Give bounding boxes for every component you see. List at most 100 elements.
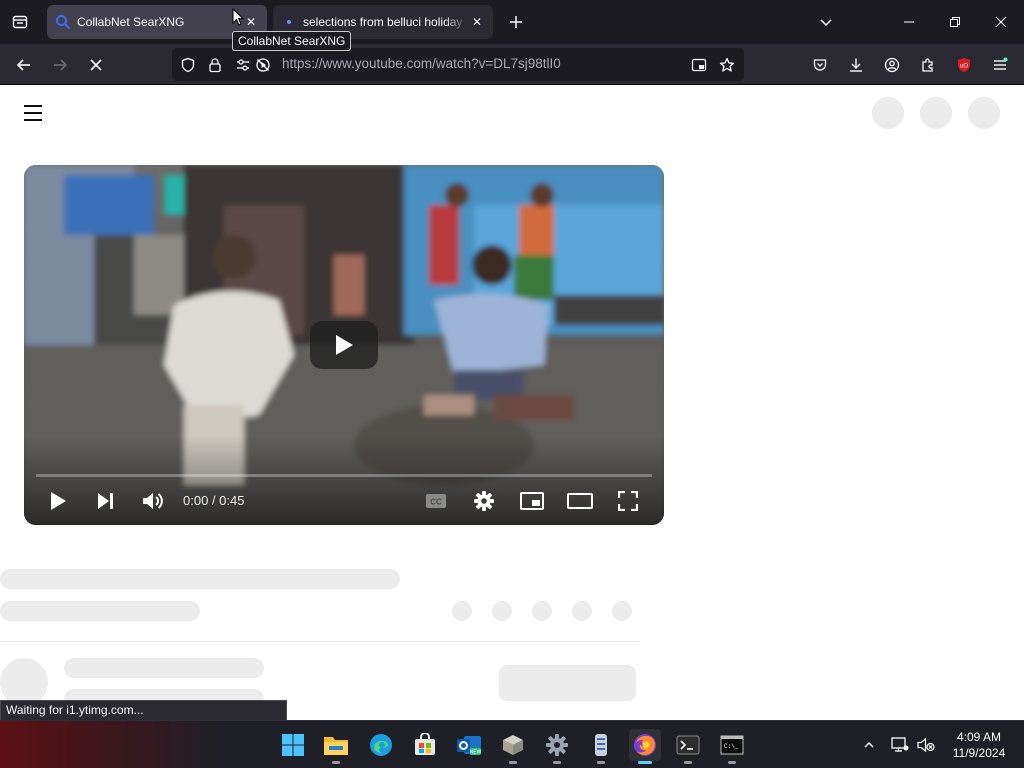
mute-button[interactable] [137, 485, 169, 517]
close-icon [995, 16, 1007, 28]
menu-line [24, 119, 42, 121]
close-tab-icon[interactable]: ✕ [469, 14, 485, 30]
taskbar-terminal[interactable] [672, 729, 704, 764]
forward-button[interactable] [45, 50, 75, 80]
subtitles-button[interactable]: CC [420, 485, 452, 517]
minimize-button[interactable] [886, 0, 932, 44]
tab-tooltip: CollabNet SearXNG [232, 31, 352, 51]
mouse-cursor-icon [232, 8, 244, 26]
volume-icon [143, 493, 163, 509]
stop-loading-button[interactable] [81, 50, 111, 80]
restore-button[interactable] [932, 0, 978, 44]
tab-title: CollabNet SearXNG [77, 15, 185, 29]
taskbar-settings[interactable] [541, 729, 573, 764]
volume-muted-button[interactable] [916, 735, 936, 755]
network-status-button[interactable] [890, 735, 910, 755]
progress-bar[interactable] [36, 474, 652, 477]
firefox-logo-icon [634, 734, 656, 756]
taskbar-server-app[interactable] [585, 729, 617, 764]
running-indicator [684, 761, 692, 764]
pocket-icon [813, 59, 827, 71]
extensions-button[interactable] [913, 50, 943, 80]
taskbar-microsoft-store[interactable] [409, 729, 441, 761]
running-indicator [728, 761, 736, 764]
divider [0, 641, 640, 642]
downloads-button[interactable] [841, 50, 871, 80]
taskbar-firefox[interactable] [629, 729, 661, 764]
system-clock[interactable]: 4:09 AM 11/9/2024 [938, 729, 1020, 761]
running-indicator [332, 761, 340, 764]
address-bar[interactable]: https://www.youtube.com/watch?v=DL7sj98t… [172, 48, 744, 81]
video-player[interactable]: 0:00 / 0:45 CC [24, 165, 664, 525]
back-button[interactable] [9, 50, 39, 80]
menu-line [24, 112, 42, 114]
ublock-origin-icon: uO [958, 58, 970, 72]
pocket-button[interactable] [805, 50, 835, 80]
firefox-view-button[interactable] [6, 8, 34, 36]
action-placeholder [532, 601, 552, 621]
next-button[interactable] [89, 485, 121, 517]
permissions-icon[interactable] [234, 56, 252, 74]
network-monitor-icon [891, 737, 909, 752]
header-placeholder-circle [920, 97, 952, 129]
ublock-origin-button[interactable]: uO [949, 50, 979, 80]
settings-button[interactable] [468, 485, 500, 517]
arrow-right-icon [54, 59, 68, 71]
terminal-icon [676, 735, 700, 755]
bookmark-star-icon[interactable] [718, 56, 736, 74]
running-indicator [597, 761, 605, 764]
list-all-tabs-button[interactable] [812, 8, 840, 36]
download-icon [850, 58, 862, 72]
taskbar-edge[interactable] [365, 729, 397, 761]
action-placeholder [572, 601, 592, 621]
screen: CollabNet SearXNG ✕ selections from bell… [0, 0, 1024, 768]
chevron-up-icon [864, 742, 874, 748]
settings-gear-icon [546, 734, 568, 756]
account-button[interactable] [877, 50, 907, 80]
taskbar-file-explorer[interactable] [320, 729, 352, 764]
outlook-icon: NEW [457, 736, 482, 756]
play-button[interactable] [42, 485, 74, 517]
close-window-button[interactable] [978, 0, 1024, 44]
header-placeholder-circle [872, 97, 904, 129]
new-tab-button[interactable] [502, 8, 530, 36]
taskbar: NEW C:\_ 4:09 AM 11/9/2024 [0, 720, 1024, 768]
puzzle-piece-icon [922, 58, 933, 72]
guide-menu-button[interactable] [24, 101, 48, 125]
running-indicator [638, 761, 652, 764]
start-button[interactable] [277, 729, 309, 761]
close-tab-icon[interactable]: ✕ [243, 14, 259, 30]
large-play-button[interactable] [310, 321, 378, 369]
svg-text:C:\_: C:\_ [724, 743, 739, 750]
plus-icon [510, 16, 522, 28]
tab-title: selections from belluci holiday [303, 15, 463, 29]
miniplayer-button[interactable] [516, 485, 548, 517]
shield-icon[interactable] [179, 56, 197, 74]
clock-date: 11/9/2024 [952, 746, 1006, 760]
app-menu-button[interactable] [985, 50, 1015, 80]
command-prompt-icon: C:\_ [720, 735, 744, 755]
firefox-view-icon [12, 15, 28, 29]
navigation-toolbar: https://www.youtube.com/watch?v=DL7sj98t… [0, 44, 1024, 85]
autoplay-blocked-icon[interactable] [254, 56, 272, 74]
show-hidden-icons-button[interactable] [859, 735, 879, 755]
taskbar-virtualbox[interactable] [497, 729, 529, 764]
taskbar-outlook[interactable]: NEW [453, 729, 485, 761]
theater-mode-button[interactable] [564, 485, 596, 517]
miniplayer-icon [520, 492, 544, 510]
fullscreen-button[interactable] [612, 485, 644, 517]
running-indicator [553, 761, 561, 764]
time-display: 0:00 / 0:45 [183, 493, 245, 508]
loading-dot-icon [287, 20, 291, 24]
menu-line [24, 105, 42, 107]
title-placeholder [0, 569, 400, 589]
taskbar-command-prompt[interactable]: C:\_ [716, 729, 748, 764]
folder-icon [324, 737, 348, 755]
clock-time: 4:09 AM [956, 730, 1002, 744]
speaker-muted-icon [917, 737, 935, 753]
edge-browser-icon [370, 734, 392, 756]
lock-icon[interactable] [206, 56, 224, 74]
picture-in-picture-icon[interactable] [690, 56, 708, 74]
virtualbox-cube-icon [503, 735, 523, 755]
channel-name-placeholder [64, 658, 264, 678]
